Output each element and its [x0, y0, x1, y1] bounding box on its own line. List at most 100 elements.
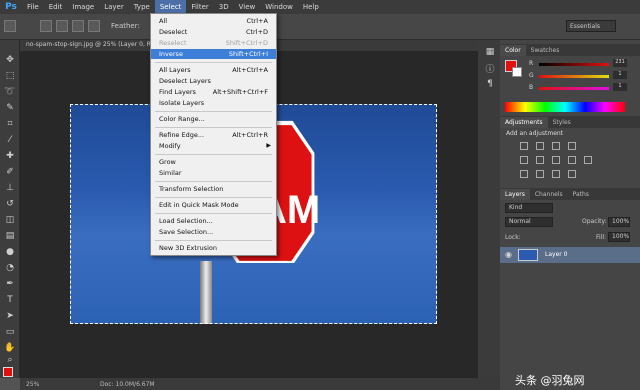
- green-value[interactable]: 1: [613, 71, 627, 79]
- menu-file[interactable]: File: [22, 0, 44, 14]
- red-value[interactable]: 231: [613, 59, 627, 67]
- green-slider-track[interactable]: [539, 75, 609, 78]
- lasso-tool-icon[interactable]: ➰: [3, 86, 17, 98]
- gradient-map-icon[interactable]: [568, 170, 576, 178]
- menu-bar: Ps File Edit Image Layer Type Select Fil…: [0, 0, 640, 14]
- menu-select[interactable]: Select: [154, 0, 187, 14]
- blue-value[interactable]: 1: [613, 83, 627, 91]
- menu-item-similar[interactable]: Similar: [151, 168, 276, 178]
- brightness-icon[interactable]: [520, 142, 528, 150]
- layer-filter-select[interactable]: Kind: [505, 203, 553, 213]
- foreground-color-swatch[interactable]: [3, 367, 13, 377]
- menu-item-new-3d-extrusion[interactable]: New 3D Extrusion: [151, 243, 276, 253]
- tab-color[interactable]: Color: [500, 45, 526, 56]
- invert-icon[interactable]: [520, 170, 528, 178]
- intersect-selection-icon[interactable]: [88, 20, 100, 32]
- menu-item-all[interactable]: All Ctrl+A: [151, 16, 276, 26]
- history-brush-icon[interactable]: ↺: [3, 198, 17, 210]
- menu-item-grow[interactable]: Grow: [151, 157, 276, 167]
- gradient-tool-icon[interactable]: ▤: [3, 230, 17, 242]
- green-slider[interactable]: G 1: [529, 71, 627, 80]
- blur-tool-icon[interactable]: ●: [3, 246, 17, 258]
- hand-tool-icon[interactable]: ✋: [3, 342, 17, 354]
- healing-tool-icon[interactable]: ✚: [3, 150, 17, 162]
- menu-separator: [155, 240, 272, 241]
- levels-icon[interactable]: [536, 142, 544, 150]
- properties-panel-icon[interactable]: ⓘ: [483, 62, 497, 75]
- pen-tool-icon[interactable]: ✒: [3, 278, 17, 290]
- color-balance-icon[interactable]: [552, 156, 560, 164]
- threshold-icon[interactable]: [552, 170, 560, 178]
- new-selection-icon[interactable]: [40, 20, 52, 32]
- menu-window[interactable]: Window: [260, 0, 298, 14]
- workspace-select[interactable]: Essentials: [566, 20, 616, 32]
- tab-styles[interactable]: Styles: [548, 117, 576, 128]
- menu-view[interactable]: View: [234, 0, 261, 14]
- layer-name[interactable]: Layer 0: [545, 251, 567, 258]
- eyedropper-tool-icon[interactable]: ⁄: [3, 134, 17, 146]
- paragraph-panel-icon[interactable]: ¶: [483, 78, 497, 90]
- menu-layer[interactable]: Layer: [99, 0, 129, 14]
- tab-layers[interactable]: Layers: [500, 189, 530, 200]
- menu-edit[interactable]: Edit: [44, 0, 68, 14]
- menu-item-deselect-layers[interactable]: Deselect Layers: [151, 76, 276, 86]
- zoom-level[interactable]: 25%: [26, 381, 39, 388]
- menu-filter[interactable]: Filter: [186, 0, 213, 14]
- opacity-input[interactable]: 100%: [608, 217, 630, 227]
- menu-image[interactable]: Image: [67, 0, 99, 14]
- move-tool-icon[interactable]: ✥: [3, 54, 17, 66]
- menu-item-color-range[interactable]: Color Range...: [151, 114, 276, 124]
- tab-paths[interactable]: Paths: [568, 189, 594, 200]
- path-select-tool-icon[interactable]: ➤: [3, 310, 17, 322]
- tab-swatches[interactable]: Swatches: [526, 45, 565, 56]
- curves-icon[interactable]: [552, 142, 560, 150]
- add-selection-icon[interactable]: [56, 20, 68, 32]
- posterize-icon[interactable]: [536, 170, 544, 178]
- marquee-tool-icon[interactable]: [4, 20, 16, 32]
- menu-item-load-selection[interactable]: Load Selection...: [151, 216, 276, 226]
- dodge-tool-icon[interactable]: ◔: [3, 262, 17, 274]
- layer-row[interactable]: ◉ Layer 0: [500, 247, 640, 263]
- menu-item-transform-selection[interactable]: Transform Selection: [151, 184, 276, 194]
- black-white-icon[interactable]: [568, 156, 576, 164]
- tab-channels[interactable]: Channels: [530, 189, 568, 200]
- stamp-tool-icon[interactable]: ⊥: [3, 182, 17, 194]
- menu-item-save-selection[interactable]: Save Selection...: [151, 227, 276, 237]
- red-slider-track[interactable]: [539, 63, 609, 66]
- fill-input[interactable]: 100%: [608, 232, 630, 242]
- eraser-tool-icon[interactable]: ◫: [3, 214, 17, 226]
- red-slider[interactable]: R 231: [529, 59, 627, 68]
- color-spectrum-bar[interactable]: [505, 102, 625, 112]
- menu-item-find-layers[interactable]: Find Layers Alt+Shift+Ctrl+F: [151, 87, 276, 97]
- menu-type[interactable]: Type: [129, 0, 155, 14]
- history-panel-icon[interactable]: ▦: [483, 46, 497, 58]
- menu-item-inverse[interactable]: Inverse Shift+Ctrl+I: [151, 49, 276, 59]
- crop-tool-icon[interactable]: ⌗: [3, 118, 17, 130]
- marquee-tool-icon[interactable]: ⬚: [3, 70, 17, 82]
- menu-item-deselect[interactable]: Deselect Ctrl+D: [151, 27, 276, 37]
- blue-slider-track[interactable]: [539, 87, 609, 90]
- hue-saturation-icon[interactable]: [536, 156, 544, 164]
- tab-adjustments[interactable]: Adjustments: [500, 117, 548, 128]
- background-color-chip[interactable]: [512, 67, 522, 77]
- menu-item-label: Modify: [159, 142, 181, 150]
- subtract-selection-icon[interactable]: [72, 20, 84, 32]
- visibility-eye-icon[interactable]: ◉: [505, 250, 512, 259]
- menu-item-isolate-layers[interactable]: Isolate Layers: [151, 98, 276, 108]
- menu-help[interactable]: Help: [298, 0, 324, 14]
- quick-select-tool-icon[interactable]: ✎: [3, 102, 17, 114]
- menu-3d[interactable]: 3D: [214, 0, 234, 14]
- vibrance-icon[interactable]: [520, 156, 528, 164]
- zoom-tool-icon[interactable]: ⌕: [3, 354, 17, 366]
- exposure-icon[interactable]: [568, 142, 576, 150]
- menu-item-all-layers[interactable]: All Layers Alt+Ctrl+A: [151, 65, 276, 75]
- blue-slider[interactable]: B 1: [529, 83, 627, 92]
- menu-item-edit-in-quick-mask-mode[interactable]: Edit in Quick Mask Mode: [151, 200, 276, 210]
- brush-tool-icon[interactable]: ✐: [3, 166, 17, 178]
- photo-filter-icon[interactable]: [584, 156, 592, 164]
- shape-tool-icon[interactable]: ▭: [3, 326, 17, 338]
- blend-mode-select[interactable]: Normal: [505, 217, 553, 227]
- menu-item-modify[interactable]: Modify ▶: [151, 141, 276, 151]
- menu-item-refine-edge[interactable]: Refine Edge... Alt+Ctrl+R: [151, 130, 276, 140]
- type-tool-icon[interactable]: T: [3, 294, 17, 306]
